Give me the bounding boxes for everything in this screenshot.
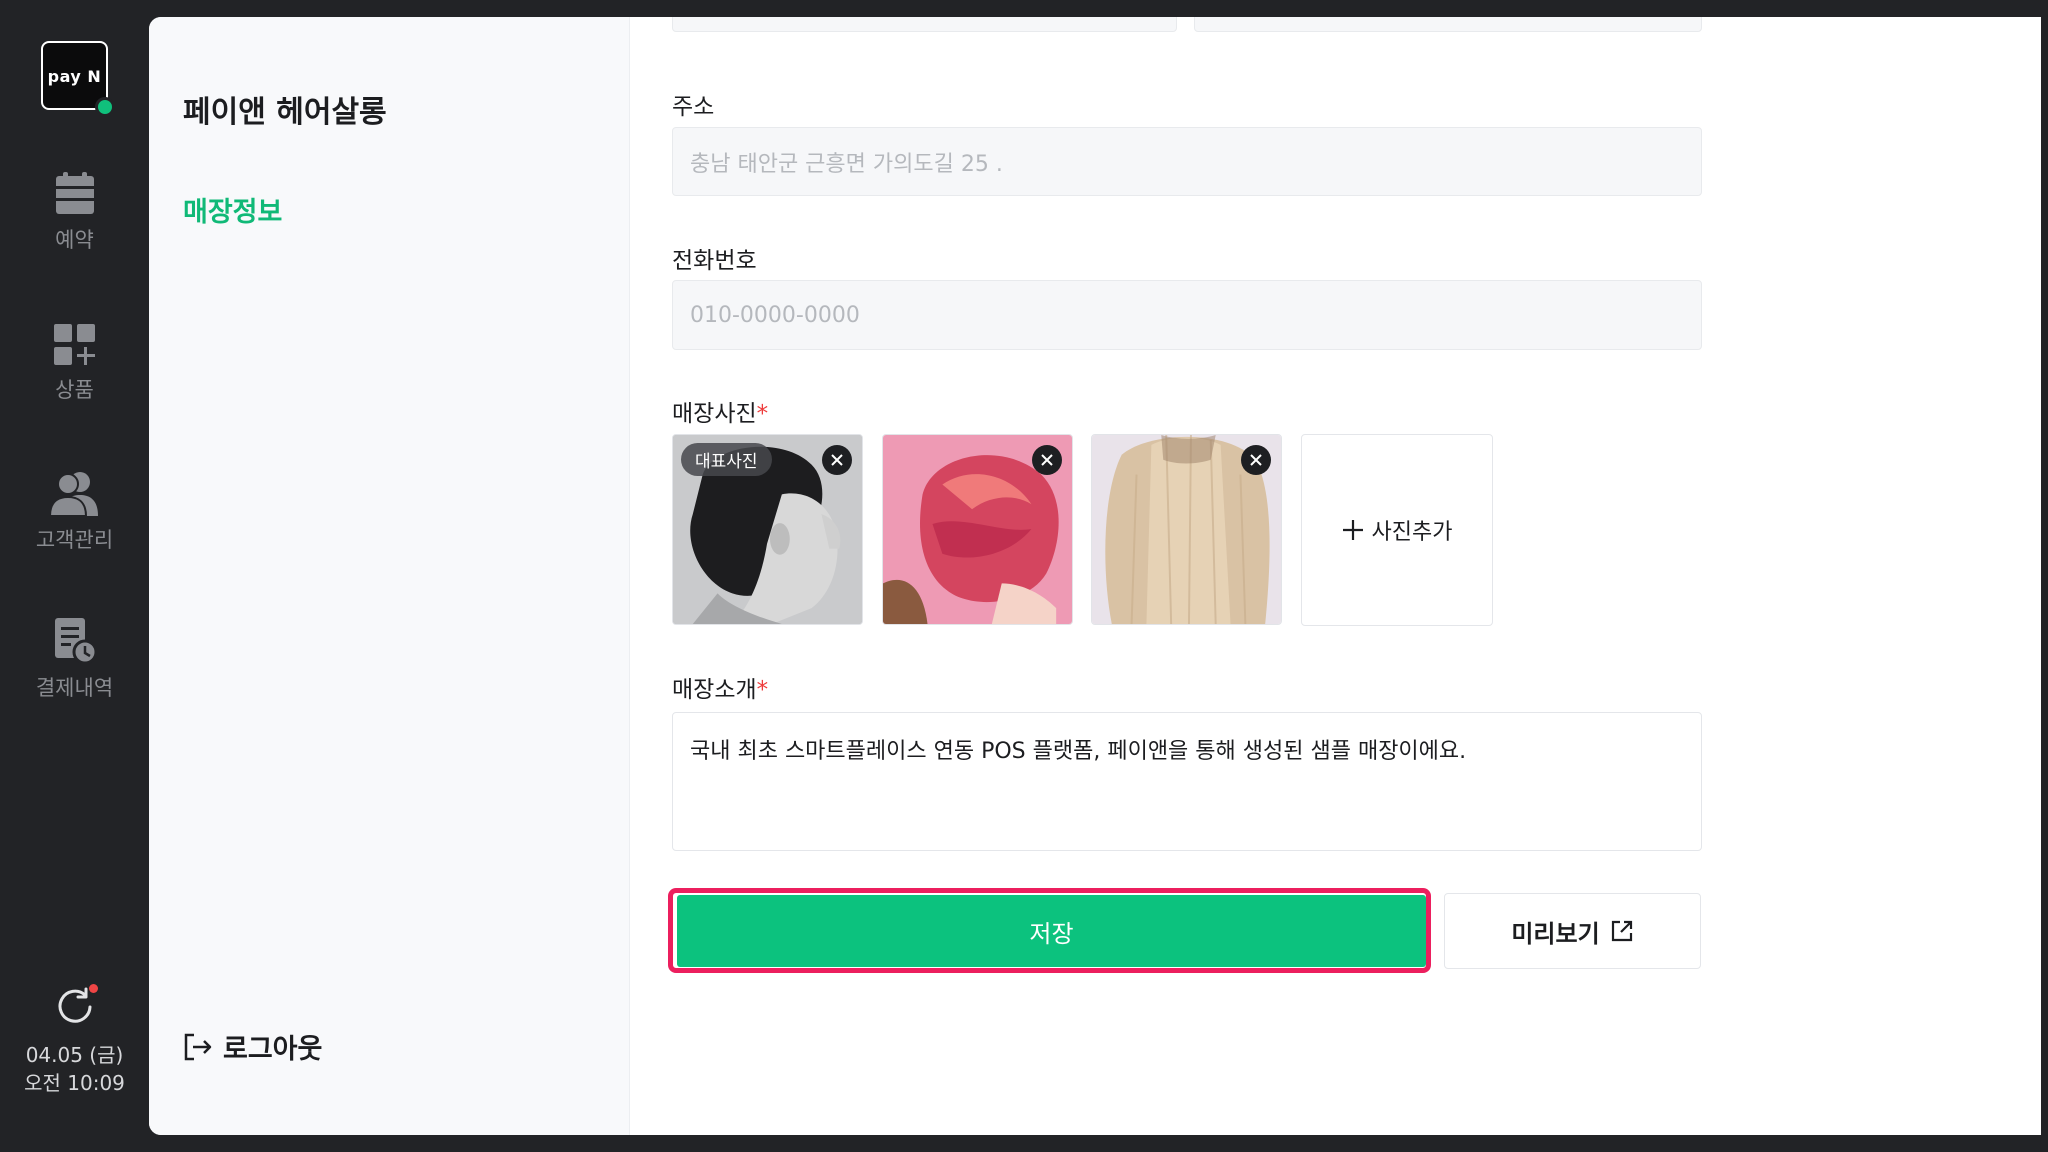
partial-field-right[interactable] (1194, 17, 1702, 32)
calendar-icon (55, 172, 94, 214)
store-photo-1[interactable]: 대표사진 (672, 434, 863, 625)
rail-label: 상품 (55, 378, 94, 402)
grid-plus-icon (53, 324, 95, 365)
rail-item-payments[interactable]: 결제내역 (0, 618, 149, 702)
remove-photo-button[interactable] (1241, 445, 1271, 475)
preview-button[interactable]: 미리보기 (1444, 893, 1701, 969)
save-button[interactable]: 저장 (677, 895, 1426, 967)
preview-label: 미리보기 (1511, 919, 1600, 948)
logout-icon (184, 1033, 212, 1060)
logout-label: 로그아웃 (223, 1034, 323, 1065)
current-date: 04.05 (금) (25, 1043, 124, 1067)
required-mark: * (756, 401, 769, 427)
add-photo-button[interactable]: 사진추가 (1301, 434, 1493, 626)
photos-label: 매장사진* (672, 394, 768, 428)
logout-button[interactable]: 로그아웃 (183, 1027, 322, 1066)
rail-label: 예약 (55, 228, 94, 252)
intro-label-text: 매장소개 (672, 677, 757, 703)
content-panel: 페이앤 헤어살롱 매장정보 로그아웃 주소 충남 태안군 근흥면 가의도길 25… (149, 17, 2041, 1135)
external-link-icon (1611, 920, 1632, 942)
rail-item-reservation[interactable]: 예약 (0, 172, 149, 254)
photos-label-text: 매장사진 (672, 401, 757, 427)
intro-label: 매장소개* (672, 670, 768, 704)
required-mark: * (756, 677, 769, 703)
address-field[interactable]: 충남 태안군 근흥면 가의도길 25 . (672, 127, 1702, 196)
partial-field-left[interactable] (672, 17, 1177, 32)
online-status-dot (95, 97, 115, 117)
phone-label: 전화번호 (672, 248, 757, 274)
phone-field[interactable]: 010-0000-0000 (672, 280, 1702, 350)
rail-item-products[interactable]: 상품 (0, 324, 149, 404)
users-icon (49, 472, 98, 516)
address-label: 주소 (672, 94, 715, 120)
rail-footer: 04.05 (금) 오전 10:09 (0, 984, 149, 1097)
main-photo-badge: 대표사진 (681, 443, 772, 476)
rail-label: 고객관리 (35, 528, 114, 552)
store-info-form: 주소 충남 태안군 근흥면 가의도길 25 . 전화번호 010-0000-00… (668, 17, 1702, 1135)
close-icon (1250, 454, 1262, 466)
notification-dot (88, 984, 98, 993)
store-subnav: 페이앤 헤어살롱 매장정보 로그아웃 (149, 17, 630, 1135)
receipt-clock-icon (54, 618, 97, 664)
shop-name: 페이앤 헤어살롱 (183, 95, 387, 130)
plus-icon (1342, 520, 1363, 540)
logo-text: pay N (47, 67, 102, 86)
intro-textarea[interactable]: 국내 최초 스마트플레이스 연동 POS 플랫폼, 페이앤을 통해 생성된 샘플… (672, 712, 1702, 851)
subnav-item-store-info[interactable]: 매장정보 (183, 190, 282, 229)
store-photo-2[interactable] (882, 434, 1073, 625)
payn-logo[interactable]: pay N (41, 41, 115, 117)
rail-label: 결제내역 (35, 676, 114, 700)
remove-photo-button[interactable] (1032, 445, 1062, 475)
add-photo-label: 사진추가 (1371, 520, 1453, 545)
side-rail: pay N 예약 상품 고객관리 결제내역 04.05 (금) 오전 10:09 (0, 0, 149, 1152)
rail-item-customers[interactable]: 고객관리 (0, 470, 149, 554)
store-photo-3[interactable] (1091, 434, 1282, 625)
close-icon (1041, 454, 1053, 466)
remove-photo-button[interactable] (822, 445, 852, 475)
close-icon (831, 454, 843, 466)
app-window: pay N 예약 상품 고객관리 결제내역 04.05 (금) 오전 10:09… (0, 0, 2048, 1152)
current-time: 오전 10:09 (24, 1071, 125, 1095)
refresh-button[interactable] (53, 984, 98, 1029)
